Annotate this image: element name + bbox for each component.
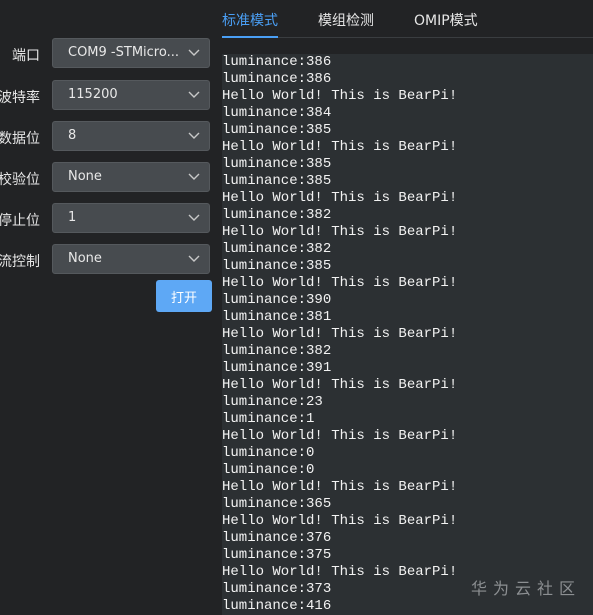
- console-line: Hello World! This is BearPi!: [222, 224, 458, 240]
- console-line: luminance:386: [222, 71, 332, 87]
- databits-value: 8: [68, 128, 77, 143]
- port-label: 端口: [12, 48, 40, 64]
- console-line: Hello World! This is BearPi!: [222, 275, 458, 291]
- mode-tabs: 标准模式 模组检测 OMIP模式: [222, 0, 593, 40]
- stopbits-row: 停止位 1: [0, 203, 222, 235]
- console-line: luminance:0: [222, 462, 315, 478]
- parity-select[interactable]: None: [52, 162, 210, 192]
- console-line: luminance:375: [222, 547, 332, 563]
- console-line: Hello World! This is BearPi!: [222, 88, 458, 104]
- console-line: luminance:390: [222, 292, 332, 308]
- port-row: 端口 COM9 -STMicro...: [0, 38, 222, 70]
- console-line: luminance:382: [222, 207, 332, 223]
- flowcontrol-label: 流控制: [0, 254, 40, 270]
- console-line: luminance:385: [222, 258, 332, 274]
- console-line: luminance:416: [222, 598, 332, 614]
- databits-row: 数据位 8: [0, 121, 222, 153]
- tab-standard-mode[interactable]: 标准模式: [222, 10, 278, 30]
- console-line: luminance:385: [222, 122, 332, 138]
- console-line: luminance:382: [222, 241, 332, 257]
- stopbits-select[interactable]: 1: [52, 203, 210, 233]
- active-tab-indicator: [222, 36, 278, 38]
- chevron-down-icon: [188, 255, 200, 262]
- console-line: luminance:365: [222, 496, 332, 512]
- console-line: luminance:385: [222, 156, 332, 172]
- chevron-down-icon: [188, 49, 200, 56]
- chevron-down-icon: [188, 91, 200, 98]
- port-value: COM9 -STMicro...: [68, 45, 179, 60]
- console-line: luminance:1: [222, 411, 315, 427]
- watermark: 华为云社区: [470, 579, 581, 598]
- console-line: luminance:23: [222, 394, 323, 410]
- console-line: luminance:385: [222, 173, 332, 189]
- tab-module-detection[interactable]: 模组检测: [318, 10, 374, 30]
- console-line: luminance:391: [222, 360, 332, 376]
- open-port-button[interactable]: 打开: [156, 280, 212, 312]
- flowcontrol-row: 流控制 None: [0, 244, 222, 276]
- chevron-down-icon: [188, 132, 200, 139]
- flowcontrol-select[interactable]: None: [52, 244, 210, 274]
- console-line: Hello World! This is BearPi!: [222, 326, 458, 342]
- baud-label: 波特率: [0, 90, 40, 106]
- console-line: Hello World! This is BearPi!: [222, 190, 458, 206]
- flowcontrol-value: None: [68, 251, 102, 266]
- baud-value: 115200: [68, 87, 118, 102]
- parity-row: 校验位 None: [0, 162, 222, 194]
- console-line: luminance:382: [222, 343, 332, 359]
- console-line: Hello World! This is BearPi!: [222, 377, 458, 393]
- databits-select[interactable]: 8: [52, 121, 210, 151]
- console-line: luminance:386: [222, 54, 332, 70]
- console-line: luminance:376: [222, 530, 332, 546]
- stopbits-value: 1: [68, 210, 77, 225]
- console-line: Hello World! This is BearPi!: [222, 139, 458, 155]
- tab-omip-mode[interactable]: OMIP模式: [414, 10, 478, 30]
- serial-output-console[interactable]: luminance:386 luminance:386 Hello World! T…: [222, 54, 593, 615]
- port-select[interactable]: COM9 -STMicro...: [52, 38, 210, 68]
- baud-row: 波特率 115200: [0, 80, 222, 112]
- parity-label: 校验位: [0, 172, 40, 188]
- console-line: Hello World! This is BearPi!: [222, 513, 458, 529]
- baud-select[interactable]: 115200: [52, 80, 210, 110]
- console-line: luminance:0: [222, 445, 315, 461]
- settings-panel: 端口 COM9 -STMicro... 波特率 115200 数据位 8 校验位…: [0, 0, 222, 615]
- databits-label: 数据位: [0, 131, 40, 147]
- console-line: Hello World! This is BearPi!: [222, 479, 458, 495]
- stopbits-label: 停止位: [0, 213, 40, 229]
- console-line: Hello World! This is BearPi!: [222, 428, 458, 444]
- chevron-down-icon: [188, 173, 200, 180]
- console-line: luminance:381: [222, 309, 332, 325]
- parity-value: None: [68, 169, 102, 184]
- console-line: luminance:384: [222, 105, 332, 121]
- chevron-down-icon: [188, 214, 200, 221]
